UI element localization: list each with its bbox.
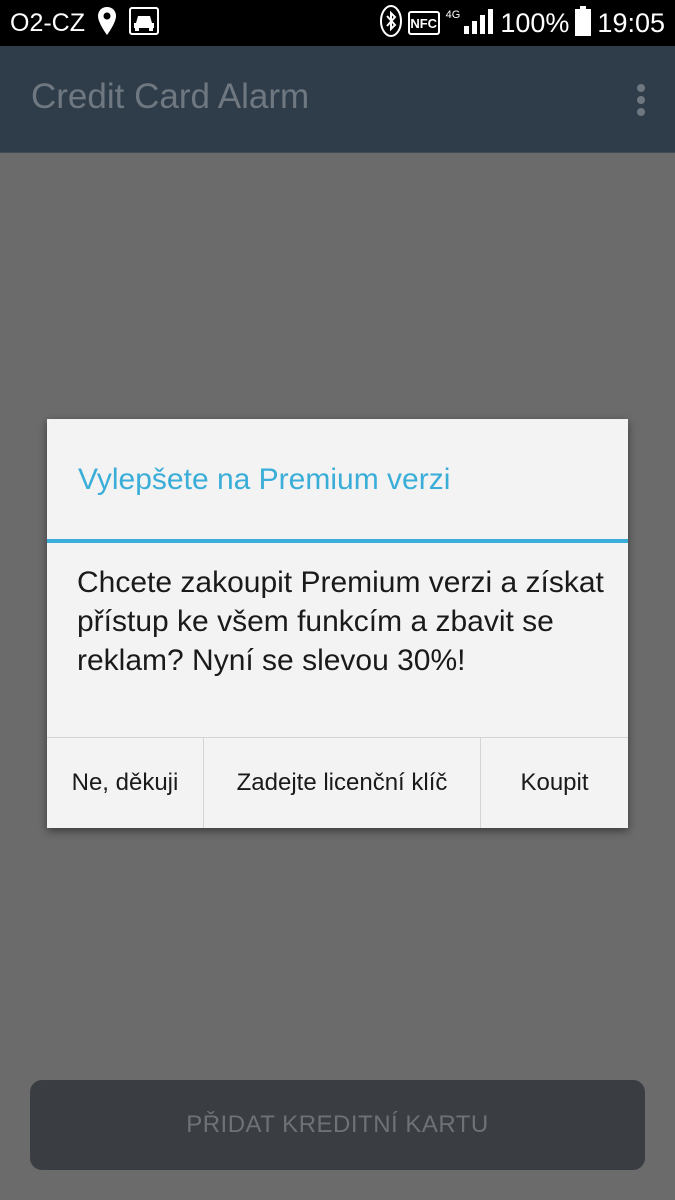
car-icon: [129, 6, 159, 40]
nfc-icon: NFC: [407, 11, 440, 35]
bluetooth-icon: [379, 4, 402, 42]
location-pin-icon: [97, 6, 117, 41]
dialog-title: Vylepšete na Premium verzi: [78, 463, 451, 496]
buy-button[interactable]: Koupit: [481, 738, 628, 828]
clock: 19:05: [597, 7, 665, 38]
battery-percent: 100%: [500, 7, 570, 38]
status-bar-left: O2-CZ: [10, 0, 159, 46]
status-bar-right: NFC 4G 100% 19:05: [379, 0, 665, 46]
status-bar: O2-CZ NFC 4G 100% 19:05: [0, 0, 675, 46]
dialog-title-divider: [47, 539, 628, 543]
signal-icon: [464, 8, 494, 39]
network-type: 4G: [445, 8, 461, 21]
app-bar: Credit Card Alarm: [0, 46, 675, 153]
add-credit-card-button[interactable]: PŘIDAT KREDITNÍ KARTU: [30, 1080, 645, 1170]
overflow-menu-icon[interactable]: [635, 84, 647, 116]
premium-upgrade-dialog: Vylepšete na Premium verzi Chcete zakoup…: [47, 419, 628, 828]
dialog-button-bar: Ne, děkuji Zadejte licenční klíč Koupit: [47, 737, 628, 828]
no-thanks-button[interactable]: Ne, děkuji: [47, 738, 204, 828]
dialog-message: Chcete zakoupit Premium verzi a získat p…: [77, 566, 604, 677]
carrier-name: O2-CZ: [10, 8, 85, 37]
enter-license-key-button[interactable]: Zadejte licenční klíč: [204, 738, 481, 828]
app-title: Credit Card Alarm: [31, 77, 310, 116]
battery-icon: [575, 5, 592, 41]
